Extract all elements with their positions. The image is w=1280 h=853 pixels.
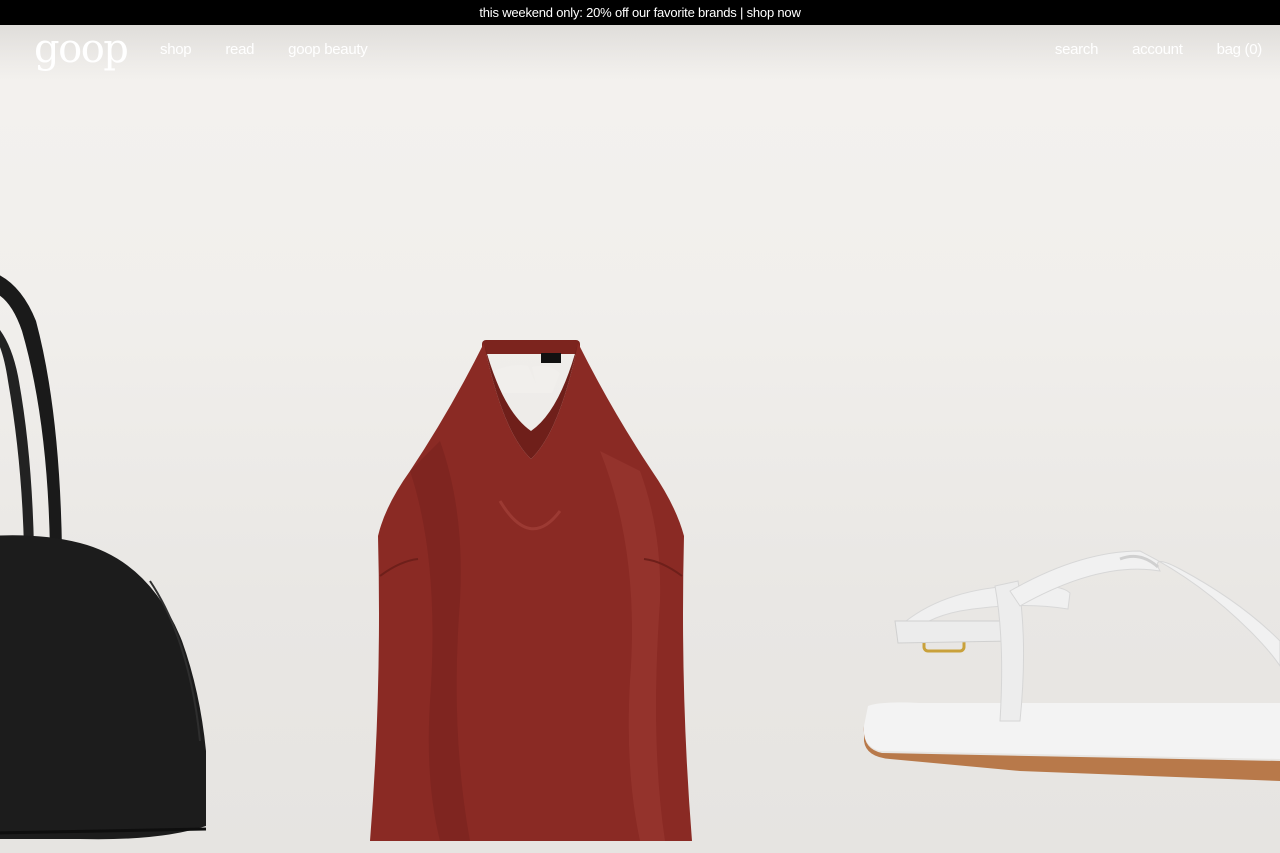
account-link[interactable]: account [1132,41,1183,58]
goop-logo[interactable]: goop [34,27,129,71]
page: this weekend only: 20% off our favorite … [0,0,1280,853]
nav-goop-beauty[interactable]: goop beauty [288,41,368,58]
hero-banner[interactable] [0,81,1280,853]
nav-shop[interactable]: shop [160,41,192,58]
halter-top-image[interactable] [370,340,692,841]
site-header: goop shop read goop beauty search accoun… [0,25,1280,81]
sandal-image[interactable] [863,550,1280,781]
nav-read[interactable]: read [225,41,254,58]
search-link[interactable]: search [1055,41,1099,58]
bag-link[interactable]: bag (0) [1217,41,1263,58]
promo-banner[interactable]: this weekend only: 20% off our favorite … [0,0,1280,25]
utility-nav: search account bag (0) [1021,41,1262,58]
hero-image [0,271,1280,841]
primary-nav: shop read goop beauty [160,41,401,58]
handbag-image[interactable] [0,271,207,840]
promo-link[interactable]: this weekend only: 20% off our favorite … [479,5,800,20]
